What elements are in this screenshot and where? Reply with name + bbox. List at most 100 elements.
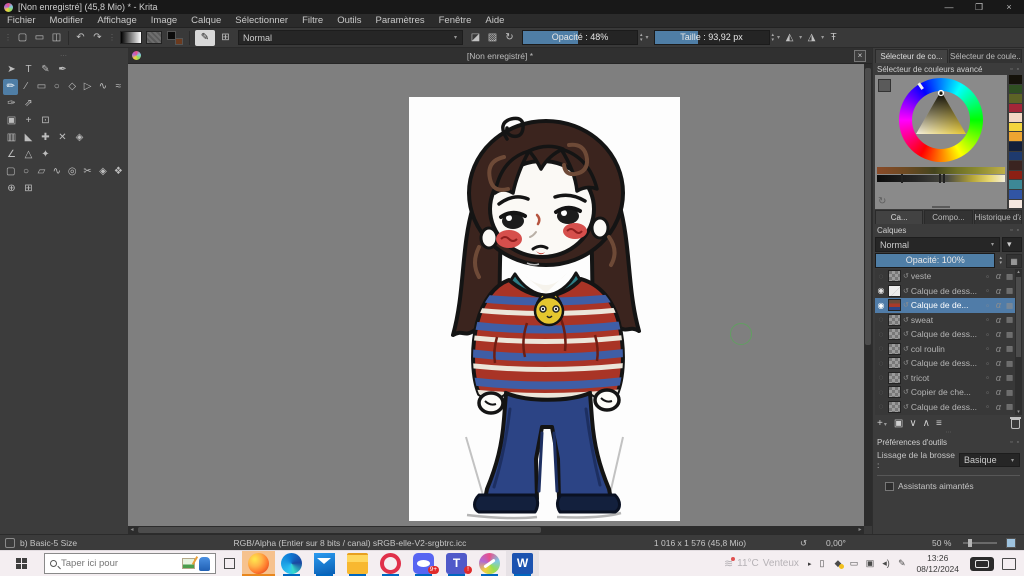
save-icon[interactable]: ◫ (48, 30, 65, 46)
layer-alpha-icon[interactable]: α (994, 402, 1003, 412)
opacity-slider[interactable]: Opacité : 48% (522, 30, 638, 45)
tool-measure[interactable]: ∠ (3, 147, 20, 163)
docker-float-icons-2[interactable]: ▫ ▫ (1010, 227, 1020, 234)
tray-icon-pen[interactable]: ✎ (894, 558, 909, 569)
action-center-icon[interactable] (1002, 557, 1016, 570)
tool-text[interactable]: T (20, 62, 37, 78)
taskbar-app-discord[interactable]: 9+ (407, 551, 440, 576)
tool-pan[interactable]: ⊞ (20, 181, 37, 197)
zoom-slider[interactable] (963, 539, 997, 547)
saturation-triangle[interactable] (899, 78, 983, 162)
tool-select-shapes[interactable]: ➤ (3, 62, 20, 78)
menu-item[interactable]: Aide (478, 14, 511, 28)
refresh-icon[interactable]: ↻ (878, 196, 886, 207)
duplicate-layer-button[interactable]: ▣ (894, 417, 903, 431)
tool-select-magnetic[interactable]: ✂ (80, 164, 95, 180)
layer-row[interactable]: ◉ ↺ Calque de dess... ▫ α ▦ (875, 284, 1015, 299)
layer-visibility-toggle[interactable]: ◌ (876, 272, 886, 281)
canvas-page[interactable] (409, 97, 680, 521)
menu-item[interactable]: Fichier (0, 14, 43, 28)
foreground-background-colors[interactable] (167, 30, 183, 45)
tool-dynamic-brush[interactable]: ✑ (3, 96, 20, 112)
layer-lock-icon[interactable]: ▫ (983, 388, 992, 397)
layer-row[interactable]: ◌ ↺ Calque de dess... ▫ α ▦ (875, 400, 1015, 415)
layer-visibility-toggle[interactable]: ◉ (876, 286, 886, 295)
tray-icon-usb[interactable]: ▯ (814, 558, 829, 569)
preserve-alpha-icon[interactable]: ▨ (484, 30, 501, 46)
layer-alpha-icon[interactable]: α (994, 373, 1003, 383)
undo-icon[interactable]: ↶ (72, 30, 89, 46)
layer-inherit-alpha-icon[interactable]: ↺ (903, 374, 909, 382)
layer-visibility-toggle[interactable]: ◌ (876, 359, 886, 368)
color-history-button[interactable] (878, 79, 891, 92)
layer-inherit-alpha-icon[interactable]: ↺ (903, 301, 909, 309)
redo-icon[interactable]: ↷ (89, 30, 106, 46)
search-input[interactable] (61, 558, 178, 569)
color-swatch[interactable] (1009, 122, 1022, 132)
snap-assistants-checkbox[interactable] (885, 481, 894, 491)
layer-row[interactable]: ◉ ↺ Calque de de... ▫ α ▦ (875, 298, 1015, 313)
tool-fill[interactable]: ◈ (71, 130, 88, 146)
color-swatch[interactable] (1009, 113, 1022, 122)
layer-lock-icon[interactable]: ▫ (983, 301, 992, 310)
tool-select-contiguous[interactable]: ❖ (111, 164, 126, 180)
layer-visibility-toggle[interactable]: ◌ (876, 315, 886, 324)
add-layer-button[interactable]: +▾ (877, 417, 888, 432)
taskbar-app-teams[interactable]: T ! (440, 551, 473, 576)
canvas-vertical-scrollbar[interactable] (864, 64, 872, 526)
tool-ellipse[interactable]: ○ (49, 79, 64, 95)
maximize-button[interactable]: ❐ (964, 0, 994, 14)
layer-visibility-toggle[interactable]: ◌ (876, 388, 886, 397)
close-button[interactable]: × (994, 0, 1024, 14)
layer-lock-icon[interactable]: ▫ (983, 373, 992, 382)
color-swatch[interactable] (1009, 180, 1022, 189)
tool-select-rectangular[interactable]: ▢ (3, 164, 18, 180)
layer-alpha-icon[interactable]: α (994, 344, 1003, 354)
tool-reference-images[interactable]: ✦ (37, 147, 54, 163)
taskbar-app-word[interactable]: W (506, 551, 539, 576)
canvas-angle[interactable]: 0,00° (826, 535, 846, 551)
tab-color-selector-2[interactable]: Sélecteur de coule... (949, 49, 1022, 63)
opacity-menu-icon[interactable]: ▾ (645, 34, 650, 41)
delete-layer-button[interactable] (1010, 417, 1021, 429)
color-swatch[interactable] (1009, 94, 1022, 103)
menu-item[interactable]: Outils (330, 14, 368, 28)
reload-preset-icon[interactable]: ↻ (501, 30, 518, 46)
layer-blend-icon[interactable]: ▦ (1005, 344, 1014, 353)
mirror-horizontal-icon[interactable]: ◭ (781, 30, 798, 46)
tool-freehand-path[interactable]: ≈ (111, 79, 126, 95)
color-swatch[interactable] (1009, 75, 1022, 84)
minimize-button[interactable]: — (934, 0, 964, 14)
layer-visibility-toggle[interactable]: ◌ (876, 402, 886, 411)
size-slider[interactable]: Taille : 93,92 px (653, 30, 770, 45)
tray-icon-volume[interactable]: ◂) (878, 558, 893, 569)
taskbar-app-krita[interactable] (473, 551, 506, 576)
tool-polyline[interactable]: ▷ (80, 79, 95, 95)
docker-float-icons-3[interactable]: ▫ ▫ (1010, 439, 1020, 446)
tool-move[interactable]: + (20, 113, 37, 129)
tool-colorize-mask[interactable]: ✕ (54, 130, 71, 146)
tool-rectangle[interactable]: ▭ (34, 79, 49, 95)
docker-tab[interactable]: Compo... (924, 210, 973, 224)
menu-item[interactable]: Calque (184, 14, 228, 28)
tool-transform[interactable]: ▣ (3, 113, 20, 129)
layer-lock-icon[interactable]: ▫ (983, 272, 992, 281)
tool-polygon[interactable]: ◇ (65, 79, 80, 95)
tool-calligraphy[interactable]: ✒ (54, 62, 71, 78)
taskbar-app-firefox[interactable] (242, 551, 275, 576)
move-layer-down-button[interactable]: ∨ (909, 417, 916, 431)
mirror-vertical-icon[interactable]: ◮ (803, 30, 820, 46)
layer-filter-button[interactable]: ▾ (1002, 237, 1022, 252)
tool-bezier-curve[interactable]: ∿ (95, 79, 110, 95)
color-swatch[interactable] (1009, 189, 1022, 199)
layer-lock-icon[interactable]: ▫ (983, 344, 992, 353)
menu-item[interactable]: Filtre (295, 14, 330, 28)
color-swatch[interactable] (1009, 170, 1022, 180)
tool-multibrush[interactable]: ⇗ (20, 96, 37, 112)
layer-visibility-toggle[interactable]: ◌ (876, 373, 886, 382)
wraparound-mode-icon[interactable]: Ŧ (825, 30, 842, 46)
tab-color-selector[interactable]: Sélecteur de co... (875, 49, 948, 63)
layer-blend-icon[interactable]: ▦ (1005, 301, 1014, 310)
layer-blend-icon[interactable]: ▦ (1005, 388, 1014, 397)
layer-blending-mode-select[interactable]: Normal ▾ (875, 237, 1000, 252)
